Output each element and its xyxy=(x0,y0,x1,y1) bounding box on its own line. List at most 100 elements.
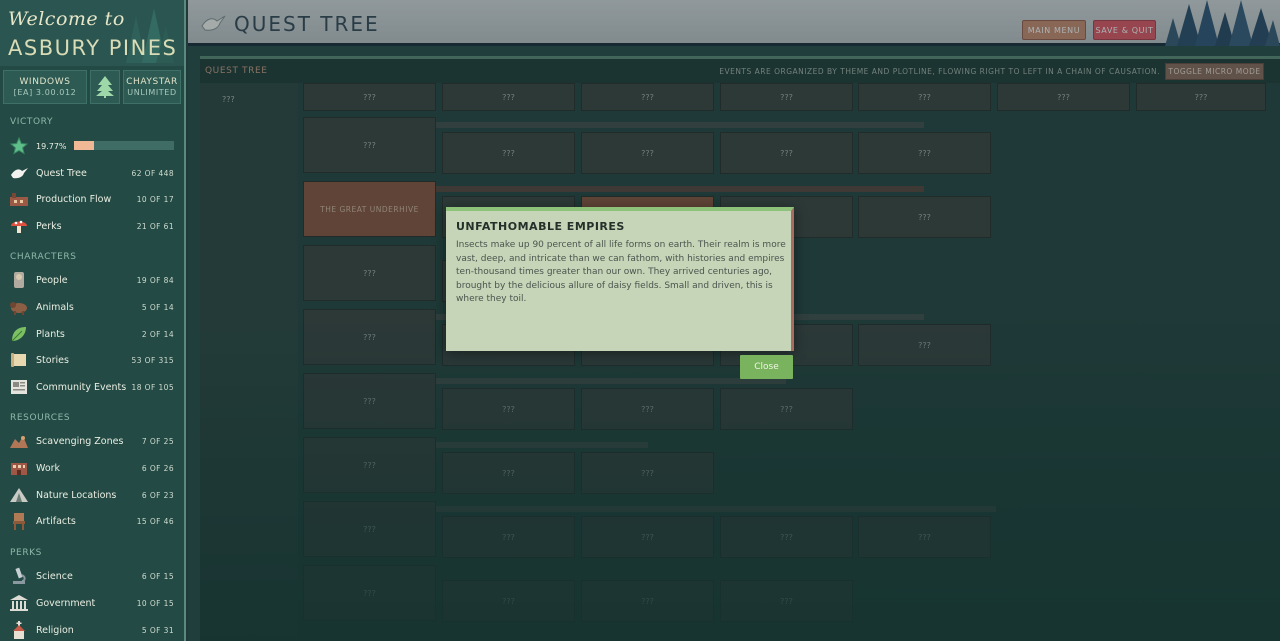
capitol-icon xyxy=(8,593,30,613)
close-button[interactable]: Close xyxy=(740,355,793,379)
quest-node[interactable]: ??? xyxy=(303,309,436,365)
quest-node[interactable]: ??? xyxy=(1136,83,1266,111)
quest-detail-modal: UNFATHOMABLE EMPIRES Insects make up 90 … xyxy=(446,207,794,351)
quest-node[interactable]: ??? xyxy=(858,516,991,558)
platform-box: WINDOWS [EA] 3.00.012 xyxy=(3,70,87,104)
sidebar-item-animals[interactable]: Animals 5 OF 14 xyxy=(8,296,174,318)
quest-node[interactable]: ??? xyxy=(303,117,436,173)
quest-node[interactable]: ??? xyxy=(997,83,1130,111)
quest-node[interactable]: ??? xyxy=(303,245,436,301)
sidebar-item-count: 10 OF 17 xyxy=(136,194,174,204)
version-label: [EA] 3.00.012 xyxy=(13,88,77,97)
sidebar-item-artifacts[interactable]: Artifacts 15 OF 46 xyxy=(8,510,174,532)
quest-node[interactable]: ??? xyxy=(442,388,575,430)
quest-node[interactable]: ??? xyxy=(720,516,853,558)
sidebar-item-science[interactable]: Science 6 OF 15 xyxy=(8,565,174,587)
dove-icon xyxy=(8,163,30,183)
toggle-micro-mode-button[interactable]: TOGGLE MICRO MODE xyxy=(1165,63,1264,80)
sidebar-item-label: Artifacts xyxy=(36,515,76,527)
quest-node[interactable]: ??? xyxy=(303,565,436,621)
sidebar-item-label: Production Flow xyxy=(36,193,112,205)
quest-node[interactable]: ??? xyxy=(858,83,991,111)
sidebar-item-label: Work xyxy=(36,462,61,474)
brand-banner: Welcome to ASBURY PINES xyxy=(0,0,184,66)
quest-node[interactable]: ??? xyxy=(720,132,853,174)
quest-connector xyxy=(436,442,648,448)
quest-node[interactable]: ??? xyxy=(720,388,853,430)
quest-node[interactable]: ??? xyxy=(581,580,714,622)
version-info: WINDOWS [EA] 3.00.012 CHAYSTAR UNLIMITED xyxy=(3,70,181,104)
sidebar-item-count: 6 OF 15 xyxy=(141,571,174,581)
quest-node[interactable]: ??? xyxy=(581,83,714,111)
section-perks: PERKS xyxy=(10,548,42,558)
sidebar-item-label: Perks xyxy=(36,220,62,232)
platform-label: WINDOWS xyxy=(19,77,71,87)
sidebar-item-plants[interactable]: Plants 2 OF 14 xyxy=(8,323,174,345)
quest-node[interactable]: ??? xyxy=(581,452,714,494)
root-node-label: ??? xyxy=(222,95,235,104)
quest-node[interactable]: ??? xyxy=(303,437,436,493)
sidebar-item-count: 6 OF 23 xyxy=(141,490,174,500)
quest-node[interactable]: ??? xyxy=(858,132,991,174)
quest-node[interactable]: ??? xyxy=(442,132,575,174)
sidebar-item-label: Science xyxy=(36,570,73,582)
mode-label: CHAYSTAR xyxy=(126,77,178,87)
quest-node[interactable]: ??? xyxy=(442,516,575,558)
sidebar-item-label: Government xyxy=(36,597,96,609)
quest-node[interactable]: ??? xyxy=(720,83,853,111)
quest-node[interactable]: ??? xyxy=(581,132,714,174)
quest-node[interactable]: ??? xyxy=(858,196,991,238)
sidebar-item-religion[interactable]: Religion 5 OF 31 xyxy=(8,619,174,641)
quest-node[interactable]: ??? xyxy=(303,83,436,111)
sidebar-item-nature-locations[interactable]: Nature Locations 6 OF 23 xyxy=(8,484,174,506)
sidebar-item-count: 6 OF 26 xyxy=(141,463,174,473)
sidebar-item-quest-tree[interactable]: Quest Tree 62 OF 448 xyxy=(8,162,174,184)
sidebar-item-stories[interactable]: Stories 53 OF 315 xyxy=(8,349,174,371)
quest-node[interactable]: ??? xyxy=(720,580,853,622)
quest-node[interactable]: ??? xyxy=(581,516,714,558)
newspaper-icon xyxy=(8,377,30,397)
quest-tree-note: EVENTS ARE ORGANIZED BY THEME AND PLOTLI… xyxy=(719,67,1160,76)
brand-welcome: Welcome to xyxy=(8,8,125,30)
quest-tree-label: QUEST TREE xyxy=(205,66,268,76)
sidebar-item-scavenging-zones[interactable]: Scavenging Zones 7 OF 25 xyxy=(8,430,174,452)
sidebar-item-count: 53 OF 315 xyxy=(131,355,174,365)
quest-connector xyxy=(436,506,996,512)
sidebar-item-label: Stories xyxy=(36,354,69,366)
microscope-icon xyxy=(8,566,30,586)
sidebar-item-count: 15 OF 46 xyxy=(136,516,174,526)
person-icon xyxy=(8,270,30,290)
quest-node[interactable]: ??? xyxy=(303,373,436,429)
quest-tree-toolbar: QUEST TREE EVENTS ARE ORGANIZED BY THEME… xyxy=(200,59,1280,83)
sidebar-item-count: 10 OF 15 xyxy=(136,598,174,608)
mode-sub-label: UNLIMITED xyxy=(127,88,177,97)
top-header: QUEST TREE MAIN MENU SAVE & QUIT xyxy=(188,0,1280,46)
sidebar-item-work[interactable]: Work 6 OF 26 xyxy=(8,457,174,479)
save-quit-button[interactable]: SAVE & QUIT xyxy=(1093,20,1156,40)
tent-icon xyxy=(8,485,30,505)
quest-node-great-underhive[interactable]: THE GREAT UNDERHIVE xyxy=(303,181,436,237)
mode-box: CHAYSTAR UNLIMITED xyxy=(123,70,181,104)
church-icon xyxy=(8,620,30,640)
sidebar-item-label: Scavenging Zones xyxy=(36,435,124,447)
main-menu-button[interactable]: MAIN MENU xyxy=(1022,20,1086,40)
sidebar-item-community-events[interactable]: Community Events 18 OF 105 xyxy=(8,376,174,398)
building-icon xyxy=(8,458,30,478)
quest-node[interactable]: ??? xyxy=(442,452,575,494)
scroll-icon xyxy=(8,350,30,370)
sidebar-item-label: People xyxy=(36,274,68,286)
sidebar-item-perks[interactable]: Perks 21 OF 61 xyxy=(8,215,174,237)
quest-node[interactable]: ??? xyxy=(442,83,575,111)
quest-node[interactable]: ??? xyxy=(858,324,991,366)
sidebar-item-count: 19 OF 84 xyxy=(136,275,174,285)
sidebar-item-label: Animals xyxy=(36,301,74,313)
section-characters: CHARACTERS xyxy=(10,252,77,262)
quest-node[interactable]: ??? xyxy=(442,580,575,622)
quest-node[interactable]: ??? xyxy=(303,501,436,557)
leaf-icon xyxy=(8,324,30,344)
sidebar-item-production-flow[interactable]: Production Flow 10 OF 17 xyxy=(8,188,174,210)
sidebar-item-people[interactable]: People 19 OF 84 xyxy=(8,269,174,291)
quest-node[interactable]: ??? xyxy=(581,388,714,430)
sidebar-item-government[interactable]: Government 10 OF 15 xyxy=(8,592,174,614)
dove-icon xyxy=(201,15,226,31)
